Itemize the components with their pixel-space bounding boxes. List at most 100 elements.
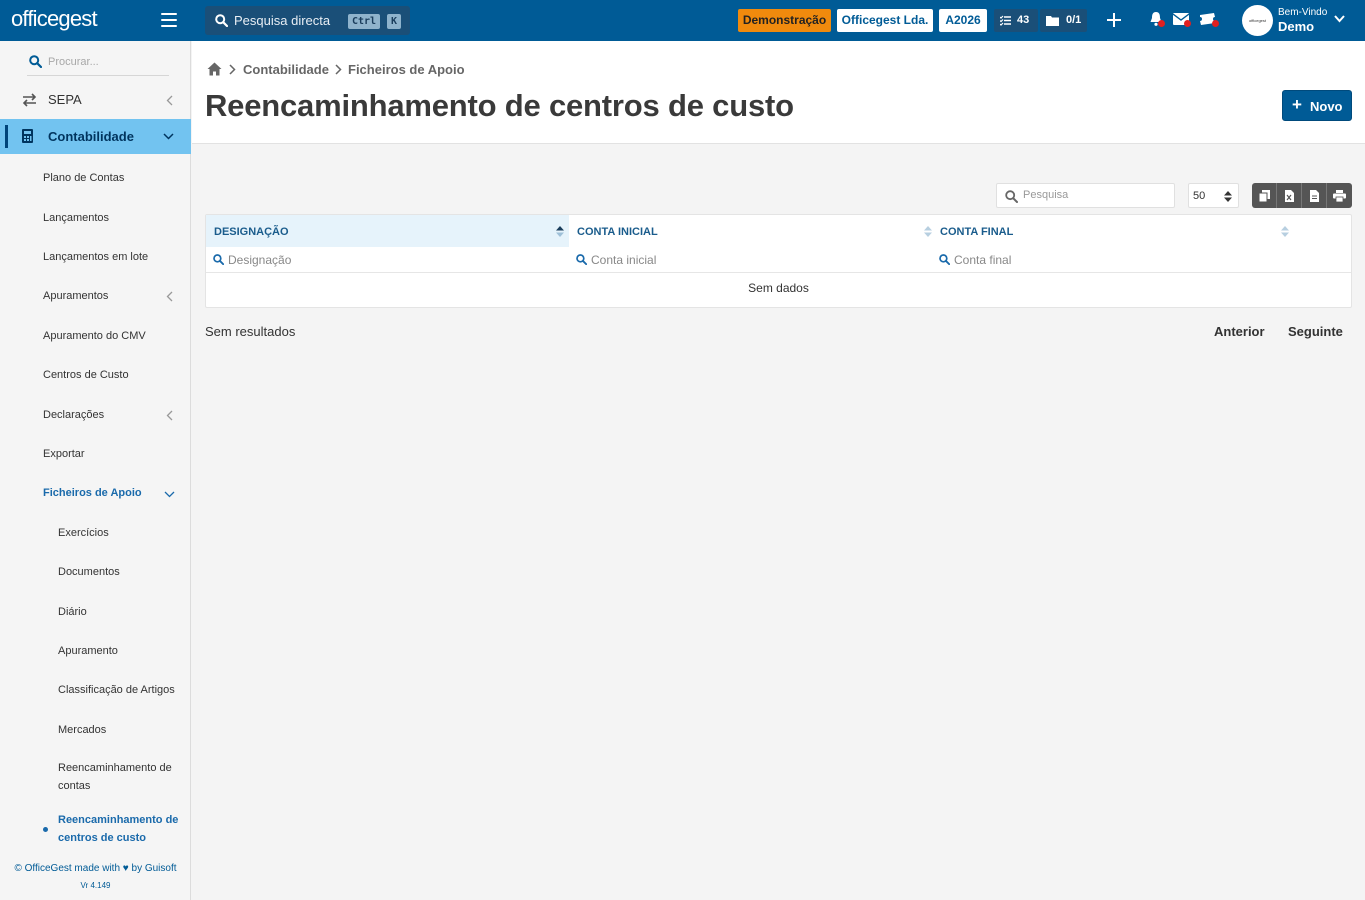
menu-toggle-icon[interactable] [161,13,177,27]
previous-page-button[interactable]: Anterior [1214,324,1265,339]
sidebar-item-label: Reencaminhamento de centros de custo [58,814,179,844]
page-size-value: 50 [1193,190,1206,202]
breadcrumb-ficheiros-de-apoio[interactable]: Ficheiros de Apoio [348,62,465,77]
chevron-left-icon [166,95,173,106]
folder-icon [1046,16,1059,26]
documents-counter[interactable]: 0/1 [1040,9,1087,32]
sidebar-subitem-diario[interactable]: Diário [0,603,191,623]
filter-row [206,247,1351,273]
chevron-down-icon[interactable] [1334,15,1345,23]
sidebar-item-label: Lançamentos em lote [43,251,149,263]
year-selector[interactable]: A2026 [939,9,987,32]
export-buttons [1252,183,1352,208]
avatar[interactable]: officegest [1242,5,1273,36]
copy-button[interactable] [1252,183,1277,208]
sidebar-subitem-classificacao-de-artigos[interactable]: Classificação de Artigos [0,681,191,701]
chevron-right-icon [229,64,236,75]
sidebar-item-label: SEPA [48,92,82,107]
sidebar-item-label: Declarações [43,409,105,421]
column-header-conta-final[interactable]: CONTA FINAL [932,215,1352,247]
ticket-dot [1212,20,1219,27]
sort-icon [1281,226,1289,237]
user-name[interactable]: Demo [1278,19,1314,34]
sidebar-item-label: Documentos [58,566,120,578]
sidebar-item-label: Apuramentos [43,290,109,302]
sidebar-item-ficheiros-de-apoio[interactable]: Ficheiros de Apoio [0,484,191,504]
excel-export-button[interactable] [1277,183,1302,208]
sidebar-item-label: Ficheiros de Apoio [43,487,142,499]
sidebar-subitem-documentos[interactable]: Documentos [0,563,191,583]
table-search-placeholder: Pesquisa [1023,189,1069,201]
chevron-right-icon [335,64,342,75]
mail-dot [1184,20,1191,27]
global-search[interactable]: Pesquisa directa Ctrl K [205,6,410,35]
sort-icon [924,226,932,237]
demo-badge[interactable]: Demonstração [738,9,831,32]
sidebar-item-label: Exportar [43,448,85,460]
page-title: Reencaminhamento de centros de custo [205,88,794,123]
sort-arrows-icon [1224,191,1232,202]
sidebar: Procurar... SEPA Contabilidade Plano de … [0,41,191,900]
company-selector[interactable]: Officegest Lda. [837,9,933,32]
sidebar-item-declaracoes[interactable]: Declarações [0,406,191,426]
breadcrumb-contabilidade[interactable]: Contabilidade [243,62,329,77]
column-header-label: CONTA FINAL [940,226,1014,238]
tasks-icon [1000,15,1011,26]
tasks-counter[interactable]: 43 [994,9,1038,32]
search-icon [213,254,224,265]
sidebar-subitem-apuramento[interactable]: Apuramento [0,642,191,662]
sidebar-item-lancamentos[interactable]: Lançamentos [0,209,191,229]
new-button[interactable]: + Novo [1282,90,1352,121]
filter-conta-final-input[interactable] [954,251,1254,269]
sidebar-item-label: Plano de Contas [43,172,125,184]
sidebar-search-placeholder: Procurar... [48,56,99,68]
calculator-icon [22,129,33,143]
sidebar-section-contabilidade[interactable]: Contabilidade [0,119,191,154]
filter-cell-designacao [206,247,569,273]
sidebar-item-apuramento-do-cmv[interactable]: Apuramento do CMV [0,327,191,347]
app-logo[interactable]: officegest [11,6,98,32]
column-header-label: DESIGNAÇÃO [214,226,289,238]
sidebar-item-apuramentos[interactable]: Apuramentos [0,287,191,307]
sidebar-item-centros-de-custo[interactable]: Centros de Custo [0,366,191,386]
sidebar-search[interactable]: Procurar... [27,53,169,76]
chevron-down-icon [164,491,175,498]
filter-cell-conta-inicial [569,247,932,273]
sidebar-item-label: Classificação de Artigos [58,684,175,696]
print-button[interactable] [1327,183,1352,208]
next-page-button[interactable]: Seguinte [1288,324,1343,339]
home-icon[interactable] [207,62,222,76]
add-icon[interactable] [1107,11,1121,29]
search-icon [29,55,42,68]
sidebar-subitem-reencaminhamento-de-centros-de-custo[interactable]: Reencaminhamento de centros de custo [0,811,191,847]
column-header-designacao[interactable]: DESIGNAÇÃO [206,215,569,247]
chevron-left-icon [166,291,173,302]
column-header-conta-inicial[interactable]: CONTA INICIAL [569,215,932,247]
top-bar: officegest Pesquisa directa Ctrl K Demon… [0,0,1365,41]
table-search-input[interactable]: Pesquisa [996,183,1175,208]
results-info: Sem resultados [205,324,296,339]
sidebar-item-label: Centros de Custo [43,369,129,381]
tasks-count: 43 [1017,14,1030,26]
filter-cell-conta-final [932,247,1351,273]
column-header-label: CONTA INICIAL [577,226,658,238]
sidebar-item-sepa[interactable]: SEPA [0,85,191,115]
global-search-placeholder: Pesquisa directa [234,13,331,28]
sidebar-subitem-reencaminhamento-de-contas[interactable]: Reencaminhamento de contas [0,757,191,793]
sidebar-subitem-mercados[interactable]: Mercados [0,721,191,741]
filter-conta-inicial-input[interactable] [591,251,891,269]
csv-export-button[interactable] [1302,183,1327,208]
sidebar-item-exportar[interactable]: Exportar [0,445,191,465]
footer-credits: © OfficeGest made with ♥ by Guisoft [14,863,177,874]
sidebar-item-lancamentos-em-lote[interactable]: Lançamentos em lote [0,248,191,268]
search-icon [1005,190,1018,203]
print-icon [1333,189,1346,202]
sidebar-section-label: Contabilidade [48,129,134,144]
sidebar-item-label: Reencaminhamento de contas [58,762,172,792]
sidebar-subitem-exercicios[interactable]: Exercícios [0,524,191,544]
chevron-down-icon [163,133,174,140]
sidebar-item-plano-de-contas[interactable]: Plano de Contas [0,169,191,189]
page-size-select[interactable]: 50 [1188,183,1239,208]
filter-designacao-input[interactable] [228,251,528,269]
search-icon [215,14,228,27]
